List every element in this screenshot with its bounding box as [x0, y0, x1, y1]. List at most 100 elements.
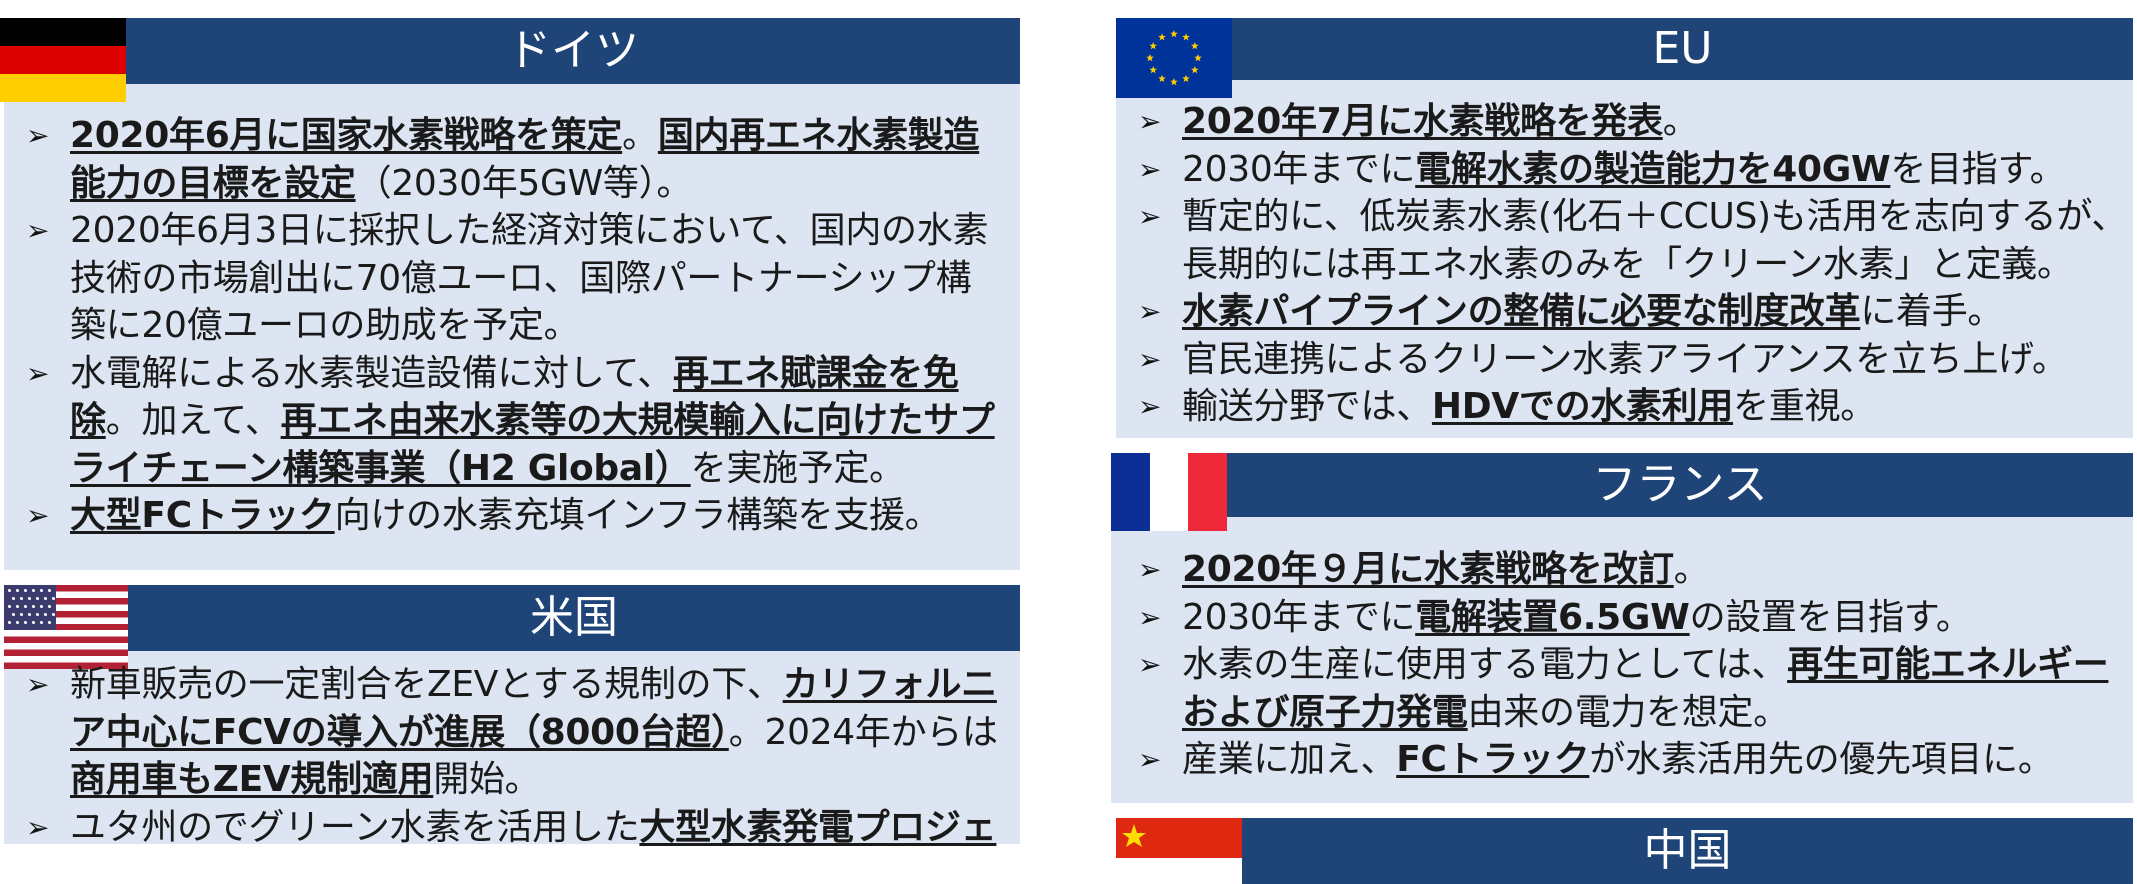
- usa-bullet-list: ➢ 新車販売の一定割合をZEVとする規制の下、カリフォルニア中心にFCVの導入が進…: [4, 661, 1006, 851]
- usa-star-icon: [28, 597, 31, 600]
- bullet-item: ➢ 2030年までに電解水素の製造能力を40GWを目指す。: [1116, 146, 2133, 194]
- usa-star-icon: [36, 613, 39, 616]
- bullet-item: ➢ 2020年6月に国家水素戦略を策定。国内再エネ水素製造能力の目標を設定（203…: [4, 112, 1006, 207]
- bullet-text: 開始。: [433, 759, 541, 800]
- bullet-text: を目指す。: [1890, 148, 2066, 190]
- bullet-text: ユタ州のでグリーン水素を活用した: [70, 806, 640, 848]
- eu-star-icon: [1190, 42, 1199, 50]
- bullet-item: ➢ 水電解による水素製造設備に対して、再エネ賦課金を免除。加えて、再エネ由来水素等…: [4, 350, 1006, 493]
- arrowhead-bullet-icon: ➢: [1138, 743, 1162, 776]
- usa-title: 米国: [530, 592, 618, 643]
- usa-star-icon: [20, 613, 23, 616]
- eu-title: EU: [1652, 23, 1713, 74]
- bullet-emphasis-text: 大型FCトラック: [70, 495, 335, 536]
- bullet-text: 。: [1662, 101, 1699, 142]
- bullet-emphasis-text: 電解装置6.5GW: [1415, 596, 1690, 638]
- eu-star-icon: [1170, 30, 1178, 38]
- bullet-text: 輸送分野では、: [1182, 386, 1432, 427]
- bullet-text: （2030年5GW等）。: [355, 162, 693, 204]
- usa-star-icon: [52, 597, 55, 600]
- usa-star-icon: [48, 621, 51, 624]
- usa-star-icon: [36, 597, 39, 600]
- bullet-emphasis-text: 2020年6月に国家水素戦略を策定: [70, 115, 623, 156]
- bullet-text: 産業に加え、: [1182, 739, 1397, 780]
- usa-star-icon: [32, 621, 35, 624]
- china-flag-icon: [1116, 818, 1242, 858]
- usa-star-icon: [16, 589, 19, 592]
- arrowhead-bullet-icon: ➢: [26, 119, 50, 152]
- bullet-item: ➢ 2020年6月3日に採択した経済対策において、国内の水素技術の市場創出に70億…: [4, 207, 1006, 350]
- bullet-text: 官民連携によるクリーン水素アライアンスを立ち上げ。: [1182, 338, 2068, 380]
- eu-flag-icon: [1116, 18, 1232, 98]
- bullet-text: 新車販売の一定割合をZEVとする規制の下、: [70, 664, 783, 705]
- eu-star-icon: [1149, 66, 1158, 74]
- arrowhead-bullet-icon: ➢: [1138, 600, 1162, 634]
- bullet-item: ➢ 2020年９月に水素戦略を改訂。: [1116, 546, 2133, 594]
- germany-title: ドイツ: [507, 25, 639, 76]
- usa-star-icon: [16, 621, 19, 624]
- bullet-text: に着手。: [1860, 291, 2004, 332]
- usa-star-icon: [28, 613, 31, 616]
- eu-bullet-list: ➢ 2020年7月に水素戦略を発表。 ➢ 2030年までに電解水素の製造能力を40GW…: [1116, 98, 2133, 431]
- usa-star-icon: [8, 605, 11, 608]
- france-bullet-list: ➢ 2020年９月に水素戦略を改訂。 ➢ 2030年までに電解装置6.5GWの設置を目…: [1116, 546, 2133, 784]
- eu-star-icon: [1158, 74, 1166, 83]
- bullet-item: ➢ 暫定的に、低炭素水素(化石＋CCUS)も活用を志向するが、長期的には再エネ水素…: [1116, 193, 2133, 288]
- usa-star-icon: [8, 621, 11, 624]
- bullet-item: ➢ 官民連携によるクリーン水素アライアンスを立ち上げ。: [1116, 336, 2133, 384]
- arrowhead-bullet-icon: ➢: [1138, 648, 1162, 681]
- bullet-emphasis-text: FCトラック: [1396, 739, 1590, 780]
- bullet-item: ➢ 水素パイプラインの整備に必要な制度改革に着手。: [1116, 288, 2133, 336]
- arrowhead-bullet-icon: ➢: [1138, 105, 1162, 138]
- arrowhead-bullet-icon: ➢: [1138, 295, 1162, 328]
- china-title: 中国: [1643, 825, 1732, 876]
- bullet-item: ➢ 産業に加え、FCトラックが水素活用先の優先項目に。: [1116, 736, 2133, 784]
- usa-star-icon: [16, 605, 19, 608]
- bullet-item: ➢ 新車販売の一定割合をZEVとする規制の下、カリフォルニア中心にFCVの導入が進…: [4, 661, 1006, 804]
- bullet-emphasis-text: 2020年９月に水素戦略を改訂: [1182, 549, 1674, 590]
- arrowhead-bullet-icon: ➢: [26, 214, 50, 247]
- usa-star-icon: [24, 589, 27, 592]
- usa-star-icon: [40, 589, 43, 592]
- usa-star-icon: [32, 589, 35, 592]
- bullet-text: 。加えて、: [105, 400, 281, 441]
- bullet-item: ➢ 2030年までに電解装置6.5GWの設置を目指す。: [1116, 594, 2133, 642]
- bullet-text: の設置を目指す。: [1689, 596, 1972, 638]
- bullet-emphasis-text: 商用車もZEV規制適用: [70, 759, 434, 800]
- china-star-icon: [1122, 824, 1146, 847]
- eu-star-icon: [1194, 54, 1202, 62]
- eu-stars-icon: [1146, 30, 1202, 86]
- bullet-text: 2030年までに: [1182, 148, 1416, 190]
- bullet-text: 。: [622, 115, 658, 156]
- bullet-emphasis-text: 2020年7月に水素戦略を発表: [1182, 101, 1663, 142]
- bullet-emphasis-text: 電解水素の製造能力を40GW: [1415, 148, 1891, 190]
- usa-star-icon: [20, 597, 23, 600]
- france-flag-icon: [1111, 453, 1227, 531]
- bullet-item: ➢ 2020年7月に水素戦略を発表。: [1116, 98, 2133, 146]
- bullet-text: 。: [1673, 549, 1710, 590]
- arrowhead-bullet-icon: ➢: [26, 668, 50, 701]
- usa-star-icon: [52, 613, 55, 616]
- china-header: 中国: [1242, 818, 2133, 884]
- eu-star-icon: [1190, 66, 1199, 74]
- germany-bullet-list: ➢ 2020年6月に国家水素戦略を策定。国内再エネ水素製造能力の目標を設定（203…: [4, 112, 1006, 540]
- eu-star-icon: [1182, 74, 1190, 83]
- bullet-item: ➢ 大型FCトラック向けの水素充填インフラ構築を支援。: [4, 492, 1006, 540]
- arrowhead-bullet-icon: ➢: [1138, 390, 1162, 423]
- usa-flag-icon: [4, 585, 128, 669]
- bullet-text: 暫定的に、低炭素水素(化石＋CCUS)も活用を志向するが、長期的には再エネ水素の…: [1182, 196, 2128, 285]
- usa-star-icon: [12, 597, 15, 600]
- bullet-text: を重視。: [1733, 386, 1876, 427]
- eu-star-icon: [1146, 54, 1154, 62]
- usa-flag-canton: [4, 585, 56, 630]
- usa-star-icon: [44, 597, 47, 600]
- bullet-emphasis-text: HDVでの水素利用: [1431, 386, 1734, 427]
- bullet-text: 向けの水素充填インフラ構築を支援。: [334, 495, 941, 536]
- arrowhead-bullet-icon: ➢: [1138, 342, 1162, 376]
- bullet-text: 由来の電力を想定。: [1467, 691, 1790, 733]
- eu-star-icon: [1170, 78, 1178, 86]
- bullet-item: ➢ 輸送分野では、HDVでの水素利用を重視。: [1116, 383, 2133, 431]
- bullet-text: が水素活用先の優先項目に。: [1589, 739, 2054, 780]
- usa-star-icon: [12, 613, 15, 616]
- bullet-emphasis-text: 水素パイプラインの整備に必要な制度改革: [1182, 291, 1861, 332]
